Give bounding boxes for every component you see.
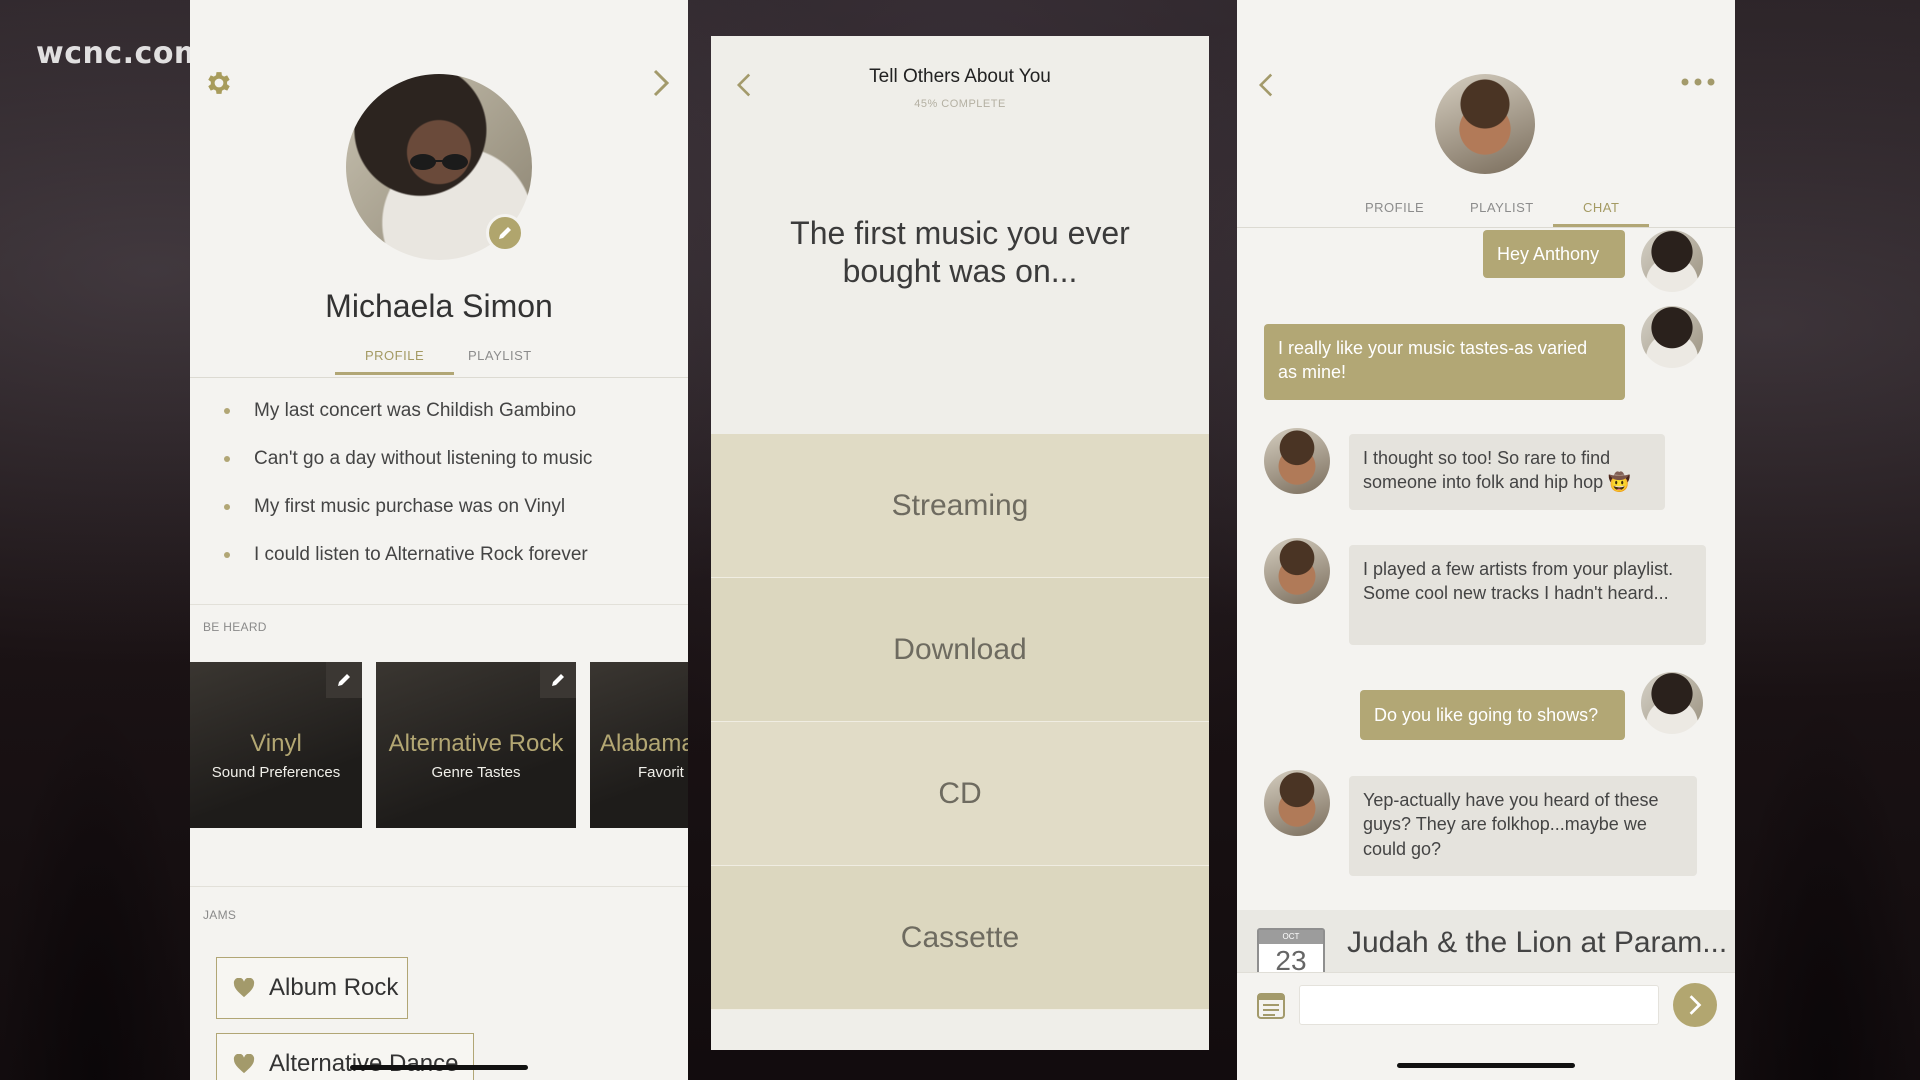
card-favorite[interactable]: Alabama Favorit bbox=[590, 662, 688, 828]
option-cd[interactable]: CD bbox=[711, 722, 1209, 866]
message-bubble-sent: Do you like going to shows? bbox=[1360, 690, 1625, 740]
more-options-icon[interactable] bbox=[1681, 78, 1715, 86]
message-input[interactable] bbox=[1299, 985, 1659, 1025]
tab-playlist[interactable]: PLAYLIST bbox=[1470, 200, 1534, 215]
divider bbox=[190, 886, 688, 887]
tab-playlist[interactable]: PLAYLIST bbox=[468, 348, 532, 363]
card-subtitle: Sound Preferences bbox=[211, 764, 341, 781]
message-bubble-received: I played a few artists from your playlis… bbox=[1349, 545, 1706, 645]
card-sound-preferences[interactable]: Vinyl Sound Preferences bbox=[190, 662, 362, 828]
option-download[interactable]: Download bbox=[711, 578, 1209, 722]
avatar bbox=[1641, 230, 1703, 292]
card-title: Alternative Rock bbox=[388, 730, 564, 757]
chevron-right-icon[interactable] bbox=[650, 68, 672, 98]
card-title: Vinyl bbox=[250, 730, 302, 757]
section-label-jams: JAMS bbox=[203, 908, 237, 922]
heart-icon bbox=[233, 1054, 255, 1074]
calendar-month: OCT bbox=[1259, 930, 1323, 944]
tab-profile[interactable]: PROFILE bbox=[334, 348, 455, 375]
sunglasses-shape bbox=[410, 154, 468, 170]
avatar bbox=[1641, 306, 1703, 368]
jam-tag[interactable]: Alternative Dance bbox=[216, 1033, 474, 1080]
question-text: The first music you ever bought was on..… bbox=[790, 215, 1130, 290]
divider bbox=[190, 604, 688, 605]
send-button[interactable] bbox=[1673, 983, 1717, 1027]
event-suggestion[interactable]: OCT 23 Judah & the Lion at Param... bbox=[1237, 910, 1735, 982]
notepad-icon[interactable] bbox=[1255, 989, 1287, 1021]
section-label-be-heard: BE HEARD bbox=[203, 620, 267, 634]
event-title: Judah & the Lion at Param... bbox=[1347, 926, 1728, 959]
avatar bbox=[1264, 538, 1330, 604]
avatar bbox=[1435, 74, 1535, 174]
option-streaming[interactable]: Streaming bbox=[711, 434, 1209, 578]
card-genre-tastes[interactable]: Alternative Rock Genre Tastes bbox=[376, 662, 576, 828]
crowd-silhouette bbox=[0, 700, 190, 1080]
tab-chat[interactable]: CHAT bbox=[1552, 200, 1651, 227]
profile-tabs: PROFILE PLAYLIST bbox=[190, 346, 688, 378]
pencil-icon bbox=[499, 227, 511, 239]
card-title: Alabama bbox=[600, 730, 688, 757]
chevron-right-icon bbox=[1689, 995, 1702, 1015]
avatar bbox=[1641, 672, 1703, 734]
profile-screen: Michaela Simon PROFILE PLAYLIST My last … bbox=[190, 0, 688, 1080]
list-item: My last concert was Childish Gambino bbox=[224, 400, 592, 422]
list-item: I could listen to Alternative Rock forev… bbox=[224, 544, 592, 566]
list-item: Can't go a day without listening to musi… bbox=[224, 448, 592, 470]
pencil-icon bbox=[552, 674, 564, 686]
avatar bbox=[1264, 428, 1330, 494]
jam-tag-label: Album Rock bbox=[269, 974, 399, 1001]
heart-icon bbox=[233, 978, 255, 998]
list-item: My first music purchase was on Vinyl bbox=[224, 496, 592, 518]
edit-card-button[interactable] bbox=[326, 662, 362, 698]
gear-icon[interactable] bbox=[204, 68, 234, 98]
jam-tag[interactable]: Album Rock bbox=[216, 957, 408, 1019]
question-screen: Tell Others About You 45% COMPLETE The f… bbox=[711, 36, 1209, 1050]
chat-screen: PROFILE PLAYLIST CHAT Hey Anthony I real… bbox=[1237, 0, 1735, 1080]
message-bubble-sent: Hey Anthony bbox=[1483, 230, 1625, 278]
page-title: Tell Others About You bbox=[869, 66, 1051, 87]
divider bbox=[1237, 227, 1735, 228]
pencil-icon bbox=[338, 674, 350, 686]
message-bubble-received: I thought so too! So rare to find someon… bbox=[1349, 434, 1665, 510]
tab-profile[interactable]: PROFILE bbox=[1365, 200, 1424, 215]
card-subtitle: Genre Tastes bbox=[431, 764, 521, 781]
crowd-silhouette bbox=[1730, 700, 1920, 1080]
answer-options: Streaming Download CD Cassette bbox=[711, 434, 1209, 1010]
chevron-left-icon[interactable] bbox=[1257, 72, 1275, 98]
message-bubble-received: Yep-actually have you heard of these guy… bbox=[1349, 776, 1697, 876]
home-indicator[interactable] bbox=[1397, 1063, 1575, 1068]
jam-tag-label: Alternative Dance bbox=[269, 1050, 459, 1077]
edit-avatar-button[interactable] bbox=[486, 214, 524, 252]
progress-label: 45% COMPLETE bbox=[914, 98, 1006, 110]
option-cassette[interactable]: Cassette bbox=[711, 866, 1209, 1010]
message-composer bbox=[1237, 972, 1735, 1038]
avatar bbox=[1264, 770, 1330, 836]
profile-name: Michaela Simon bbox=[325, 288, 553, 324]
station-watermark: wcnc.com bbox=[36, 36, 206, 71]
fact-list: My last concert was Childish Gambino Can… bbox=[224, 400, 592, 592]
be-heard-carousel: Vinyl Sound Preferences Alternative Rock… bbox=[190, 662, 688, 828]
message-bubble-sent: I really like your music tastes-as varie… bbox=[1264, 324, 1625, 400]
card-subtitle: Favorit bbox=[638, 764, 684, 781]
edit-card-button[interactable] bbox=[540, 662, 576, 698]
home-indicator[interactable] bbox=[350, 1065, 528, 1070]
